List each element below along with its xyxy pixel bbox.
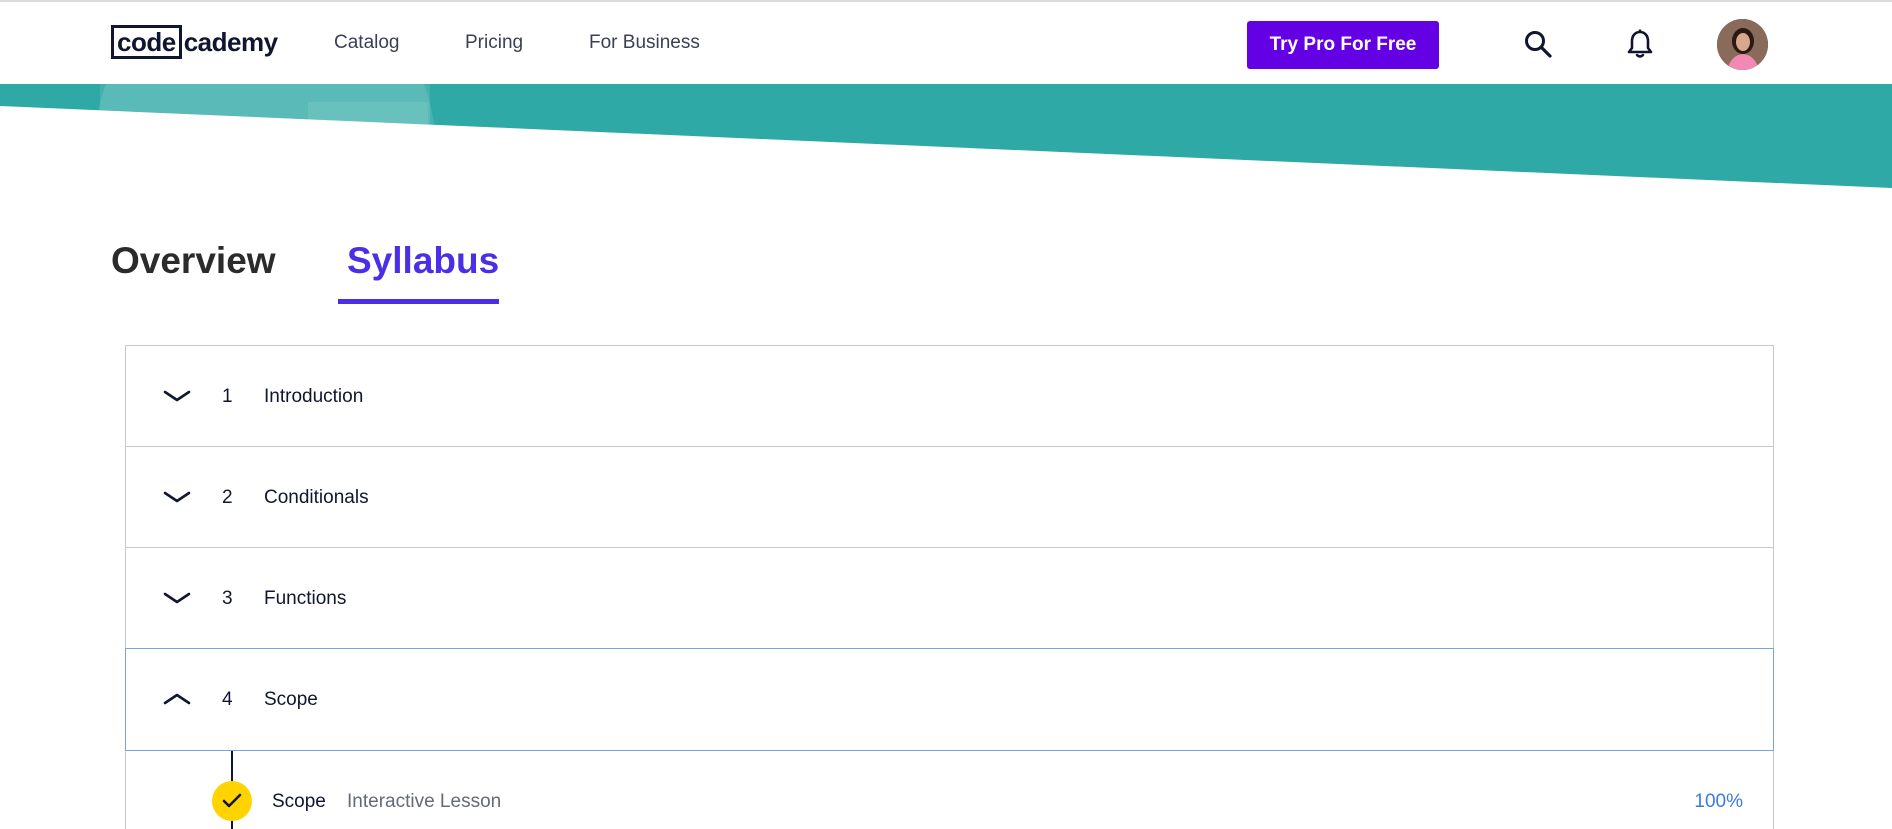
teal-banner xyxy=(0,84,1892,194)
codecademy-logo[interactable]: code cademy xyxy=(111,24,278,60)
module-number: 4 xyxy=(222,689,233,710)
module-number: 1 xyxy=(222,386,233,407)
completed-check-icon xyxy=(212,781,252,821)
logo-text: cademy xyxy=(183,26,278,57)
logo-box: code xyxy=(111,25,182,59)
chevron-down-icon xyxy=(163,491,191,503)
nav-for-business[interactable]: For Business xyxy=(589,32,700,54)
chevron-down-icon xyxy=(163,592,191,604)
module-row-conditionals[interactable]: 2 Conditionals xyxy=(126,447,1773,548)
lesson-progress: 100% xyxy=(1694,791,1743,812)
module-row-functions[interactable]: 3 Functions xyxy=(126,548,1773,649)
lesson-row-scope[interactable]: Scope Interactive Lesson 100% xyxy=(126,751,1773,829)
lesson-type: Interactive Lesson xyxy=(347,791,502,812)
module-title: Functions xyxy=(264,588,347,609)
module-number: 3 xyxy=(222,588,233,609)
nav-pricing[interactable]: Pricing xyxy=(465,32,523,54)
chevron-down-icon xyxy=(163,390,191,402)
site-header: code cademy Catalog Pricing For Business … xyxy=(0,2,1892,84)
tab-overview[interactable]: Overview xyxy=(111,240,276,282)
bell-icon[interactable] xyxy=(1622,26,1658,62)
chevron-up-icon xyxy=(163,693,191,705)
active-tab-indicator xyxy=(338,299,499,304)
module-number: 2 xyxy=(222,487,233,508)
module-title: Conditionals xyxy=(264,487,369,508)
lesson-title: Scope xyxy=(272,791,326,812)
tab-syllabus[interactable]: Syllabus xyxy=(347,240,499,282)
nav-catalog[interactable]: Catalog xyxy=(334,32,400,54)
syllabus-list: 1 Introduction 2 Conditionals 3 Function… xyxy=(125,345,1774,829)
try-pro-button[interactable]: Try Pro For Free xyxy=(1247,21,1439,69)
module-row-scope[interactable]: 4 Scope xyxy=(125,648,1774,751)
search-icon[interactable] xyxy=(1520,26,1556,62)
avatar[interactable] xyxy=(1717,19,1768,70)
module-title: Scope xyxy=(264,689,318,710)
module-title: Introduction xyxy=(264,386,364,407)
module-row-introduction[interactable]: 1 Introduction xyxy=(126,346,1773,447)
